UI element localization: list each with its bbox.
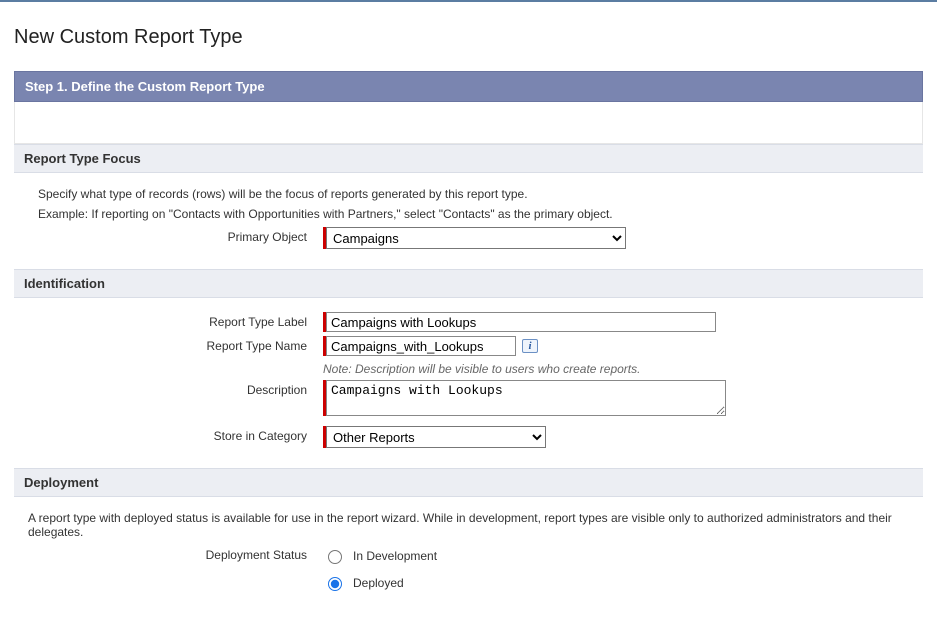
- radio-row-deployed[interactable]: Deployed: [323, 574, 437, 591]
- section-body-focus: Specify what type of records (rows) will…: [14, 173, 923, 269]
- deployment-status-label: Deployment Status: [38, 545, 323, 562]
- report-type-name-label: Report Type Name: [38, 336, 323, 353]
- in-development-radio[interactable]: [328, 550, 342, 564]
- info-icon[interactable]: i: [522, 339, 538, 353]
- store-in-category-label: Store in Category: [38, 426, 323, 443]
- section-header-focus: Report Type Focus: [14, 144, 923, 173]
- deployed-radio[interactable]: [328, 577, 342, 591]
- focus-example-text: Example: If reporting on "Contacts with …: [38, 207, 909, 221]
- report-type-label-label: Report Type Label: [38, 312, 323, 329]
- page-title: New Custom Report Type: [14, 26, 923, 49]
- description-note: Note: Description will be visible to use…: [323, 362, 640, 376]
- in-development-label: In Development: [353, 549, 437, 563]
- section-header-deployment: Deployment: [14, 468, 923, 497]
- radio-row-in-development[interactable]: In Development: [323, 547, 437, 564]
- step-header: Step 1. Define the Custom Report Type: [14, 71, 923, 102]
- primary-object-select[interactable]: Campaigns: [326, 227, 626, 249]
- section-body-deployment: A report type with deployed status is av…: [14, 497, 923, 611]
- deployment-help-text: A report type with deployed status is av…: [28, 511, 909, 539]
- store-in-category-select[interactable]: Other Reports: [326, 426, 546, 448]
- focus-specify-text: Specify what type of records (rows) will…: [38, 187, 909, 201]
- primary-object-label: Primary Object: [38, 227, 323, 244]
- description-textarea[interactable]: Campaigns with Lookups: [326, 380, 726, 416]
- deployed-label: Deployed: [353, 576, 404, 590]
- section-body-identification: Report Type Label Report Type Name i: [14, 298, 923, 468]
- step-body-blank: [14, 102, 923, 144]
- description-label: Description: [38, 380, 323, 397]
- report-type-name-input[interactable]: [326, 336, 516, 356]
- section-header-identification: Identification: [14, 269, 923, 298]
- report-type-label-input[interactable]: [326, 312, 716, 332]
